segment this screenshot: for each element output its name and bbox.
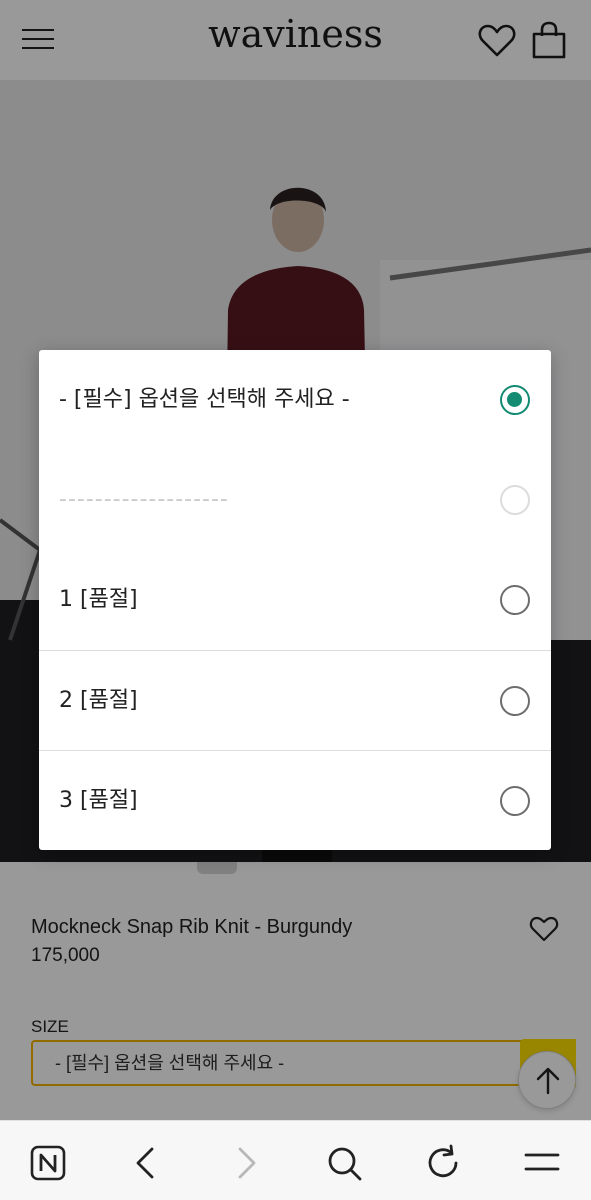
- option-label: -------------------: [59, 487, 229, 512]
- naver-n-icon[interactable]: [28, 1143, 68, 1183]
- option-select-dialog: - [필수] 옵션을 선택해 주세요 - -------------------…: [39, 350, 551, 850]
- option-label: 3 [품절]: [59, 788, 138, 813]
- radio-checked-icon[interactable]: [500, 385, 530, 415]
- option-item-2[interactable]: 2 [품절]: [39, 650, 551, 750]
- browser-toolbar: [0, 1120, 591, 1200]
- option-label: 1 [품절]: [59, 587, 138, 612]
- radio-disabled-icon: [500, 485, 530, 515]
- back-arrow-icon[interactable]: [126, 1143, 166, 1183]
- forward-arrow-icon[interactable]: [226, 1143, 266, 1183]
- option-label: 2 [품절]: [59, 688, 138, 713]
- option-item-3[interactable]: 3 [품절]: [39, 750, 551, 850]
- radio-unchecked-icon[interactable]: [500, 585, 530, 615]
- refresh-icon[interactable]: [423, 1143, 463, 1183]
- option-item-default[interactable]: - [필수] 옵션을 선택해 주세요 -: [39, 350, 551, 450]
- radio-unchecked-icon[interactable]: [500, 686, 530, 716]
- search-icon[interactable]: [324, 1143, 364, 1183]
- option-item-1[interactable]: 1 [품절]: [39, 550, 551, 650]
- menu-icon[interactable]: [522, 1143, 562, 1183]
- option-label: - [필수] 옵션을 선택해 주세요 -: [59, 387, 350, 412]
- option-item-separator: -------------------: [39, 450, 551, 550]
- radio-unchecked-icon[interactable]: [500, 786, 530, 816]
